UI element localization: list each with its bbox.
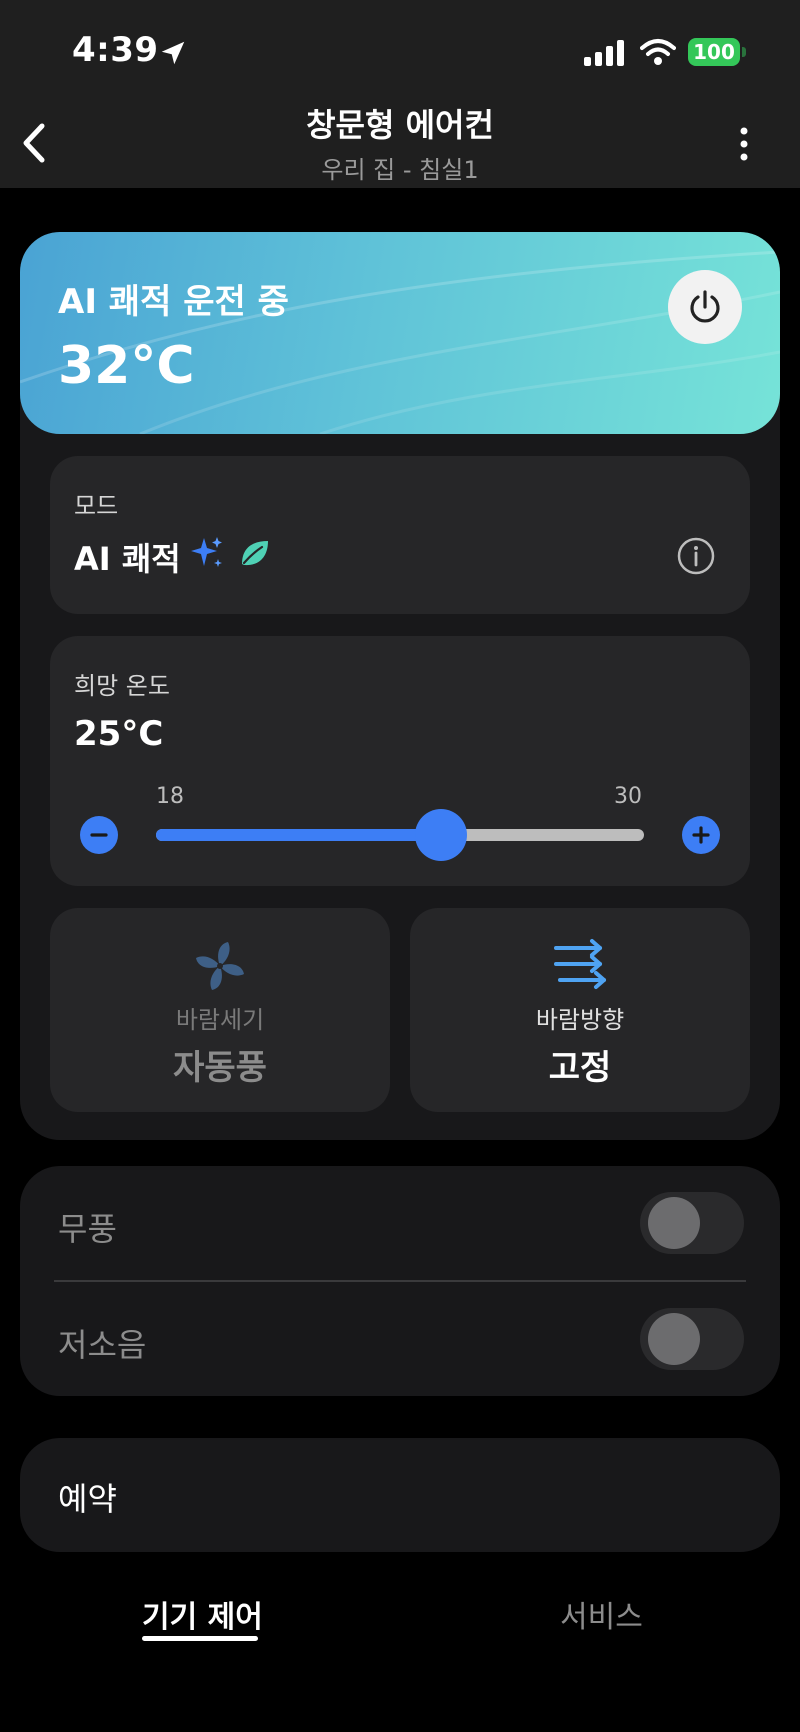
operation-banner: AI 쾌적 운전 중 32°C — [20, 232, 780, 434]
wind-speed-panel[interactable]: 바람세기 자동풍 — [50, 908, 390, 1112]
windfree-switch-knob — [648, 1197, 700, 1249]
mode-label: 모드 — [74, 492, 119, 520]
target-temp-label: 희망 온도 — [74, 672, 170, 700]
info-icon[interactable] — [676, 536, 716, 576]
wind-speed-label: 바람세기 — [175, 1006, 265, 1034]
target-temp-value: 25°C — [74, 714, 164, 754]
mode-value: AI 쾌적 — [74, 540, 181, 578]
app-header: 창문형 에어컨 우리 집 - 침실1 — [0, 100, 800, 188]
options-card: 무풍 저소음 — [20, 1166, 780, 1396]
windfree-switch[interactable] — [640, 1192, 744, 1254]
battery-tip — [742, 47, 746, 57]
wind-direction-value: 고정 — [548, 1048, 612, 1088]
toggle-row-quiet: 저소음 — [20, 1282, 780, 1396]
battery-indicator: 100 — [688, 38, 746, 66]
active-tab-indicator — [142, 1636, 258, 1641]
power-button[interactable] — [668, 270, 742, 344]
minus-icon — [90, 833, 108, 837]
windfree-label: 무풍 — [58, 1210, 117, 1248]
temp-range-max: 30 — [614, 784, 642, 809]
operation-status: AI 쾌적 운전 중 — [58, 282, 289, 322]
cellular-signal-icon — [584, 40, 624, 66]
temp-slider-thumb[interactable] — [414, 809, 467, 861]
temp-slider-fill — [156, 829, 441, 841]
back-chevron-icon[interactable] — [14, 118, 54, 168]
increase-temp-button[interactable] — [682, 816, 720, 854]
page-title: 창문형 에어컨 — [306, 106, 494, 144]
temp-slider-track[interactable] — [156, 829, 644, 841]
device-location: 우리 집 - 침실1 — [321, 156, 479, 184]
reservation-label: 예약 — [58, 1480, 117, 1518]
tab-service[interactable]: 서비스 — [560, 1592, 643, 1636]
wind-direction-label: 바람방향 — [535, 1006, 625, 1034]
arrows-right-icon — [554, 939, 606, 989]
leaf-icon — [242, 541, 268, 566]
decrease-temp-button[interactable] — [80, 816, 118, 854]
tab-device-control[interactable]: 기기 제어 — [142, 1592, 263, 1636]
quiet-switch[interactable] — [640, 1308, 744, 1370]
battery-level: 100 — [688, 38, 740, 66]
mode-panel[interactable]: 모드 AI 쾌적 — [50, 456, 750, 614]
quiet-switch-knob — [648, 1313, 700, 1365]
fan-icon — [196, 942, 244, 990]
status-time: 4:39 — [72, 30, 159, 70]
wind-direction-panel[interactable]: 바람방향 고정 — [410, 908, 750, 1112]
sparkle-icon — [191, 537, 222, 567]
target-temperature-panel: 희망 온도 25°C 18 30 — [50, 636, 750, 886]
temp-range-min: 18 — [156, 784, 184, 809]
current-temperature: 32°C — [58, 336, 195, 396]
more-options-icon[interactable] — [730, 124, 758, 164]
quiet-label: 저소음 — [58, 1326, 147, 1364]
plus-icon — [692, 826, 710, 844]
reservation-card[interactable]: 예약 — [20, 1438, 780, 1552]
wind-speed-value: 자동풍 — [173, 1048, 267, 1088]
toggle-row-windfree: 무풍 — [20, 1166, 780, 1280]
location-arrow-icon — [161, 41, 185, 65]
wifi-icon — [640, 39, 676, 65]
power-icon — [690, 290, 720, 323]
banner-wave-decoration — [20, 250, 780, 434]
